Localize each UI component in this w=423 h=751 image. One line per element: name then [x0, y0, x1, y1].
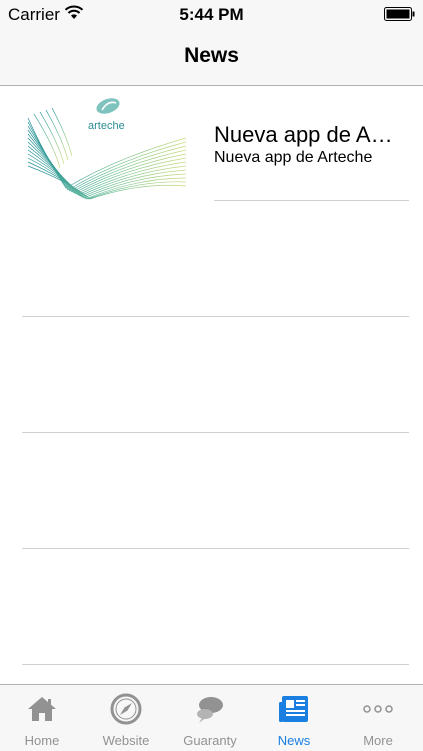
navigation-bar: News [0, 28, 423, 86]
arteche-logo-image [27, 98, 187, 200]
news-title: Nueva app de A… [214, 122, 393, 147]
tab-label: More [363, 733, 393, 748]
status-time: 5:44 PM [179, 5, 244, 24]
news-list-item[interactable]: arteche Nueva app de A… Nueva app de Art… [0, 86, 423, 202]
compass-icon [110, 693, 142, 725]
tab-more[interactable]: More [336, 685, 420, 751]
tab-label: News [277, 733, 311, 748]
page-title: News [184, 44, 239, 67]
more-dots-icon [363, 705, 393, 713]
row-separator [22, 432, 409, 433]
home-icon [28, 697, 56, 721]
row-separator [22, 548, 409, 549]
tab-website[interactable]: Website [84, 685, 168, 751]
tab-label: Website [102, 733, 150, 748]
row-separator [22, 316, 409, 317]
tab-home[interactable]: Home [0, 685, 84, 751]
chat-bubbles-icon [197, 697, 223, 723]
tab-label: Guaranty [183, 733, 237, 748]
news-list[interactable]: arteche Nueva app de A… Nueva app de Art… [0, 86, 423, 684]
tab-bar: Home Website Guaranty News More [0, 684, 423, 751]
logo-text: arteche [88, 120, 125, 132]
news-subtitle: Nueva app de Arteche [214, 149, 373, 166]
battery-icon [384, 7, 415, 21]
row-separator [214, 200, 409, 201]
tab-news[interactable]: News [252, 685, 336, 751]
newspaper-icon [279, 696, 308, 722]
status-bar: Carrier 5:44 PM [0, 0, 423, 28]
news-thumbnail: arteche [26, 98, 187, 200]
tab-guaranty[interactable]: Guaranty [168, 685, 252, 751]
row-separator [22, 664, 409, 665]
tab-label: Home [24, 733, 60, 748]
